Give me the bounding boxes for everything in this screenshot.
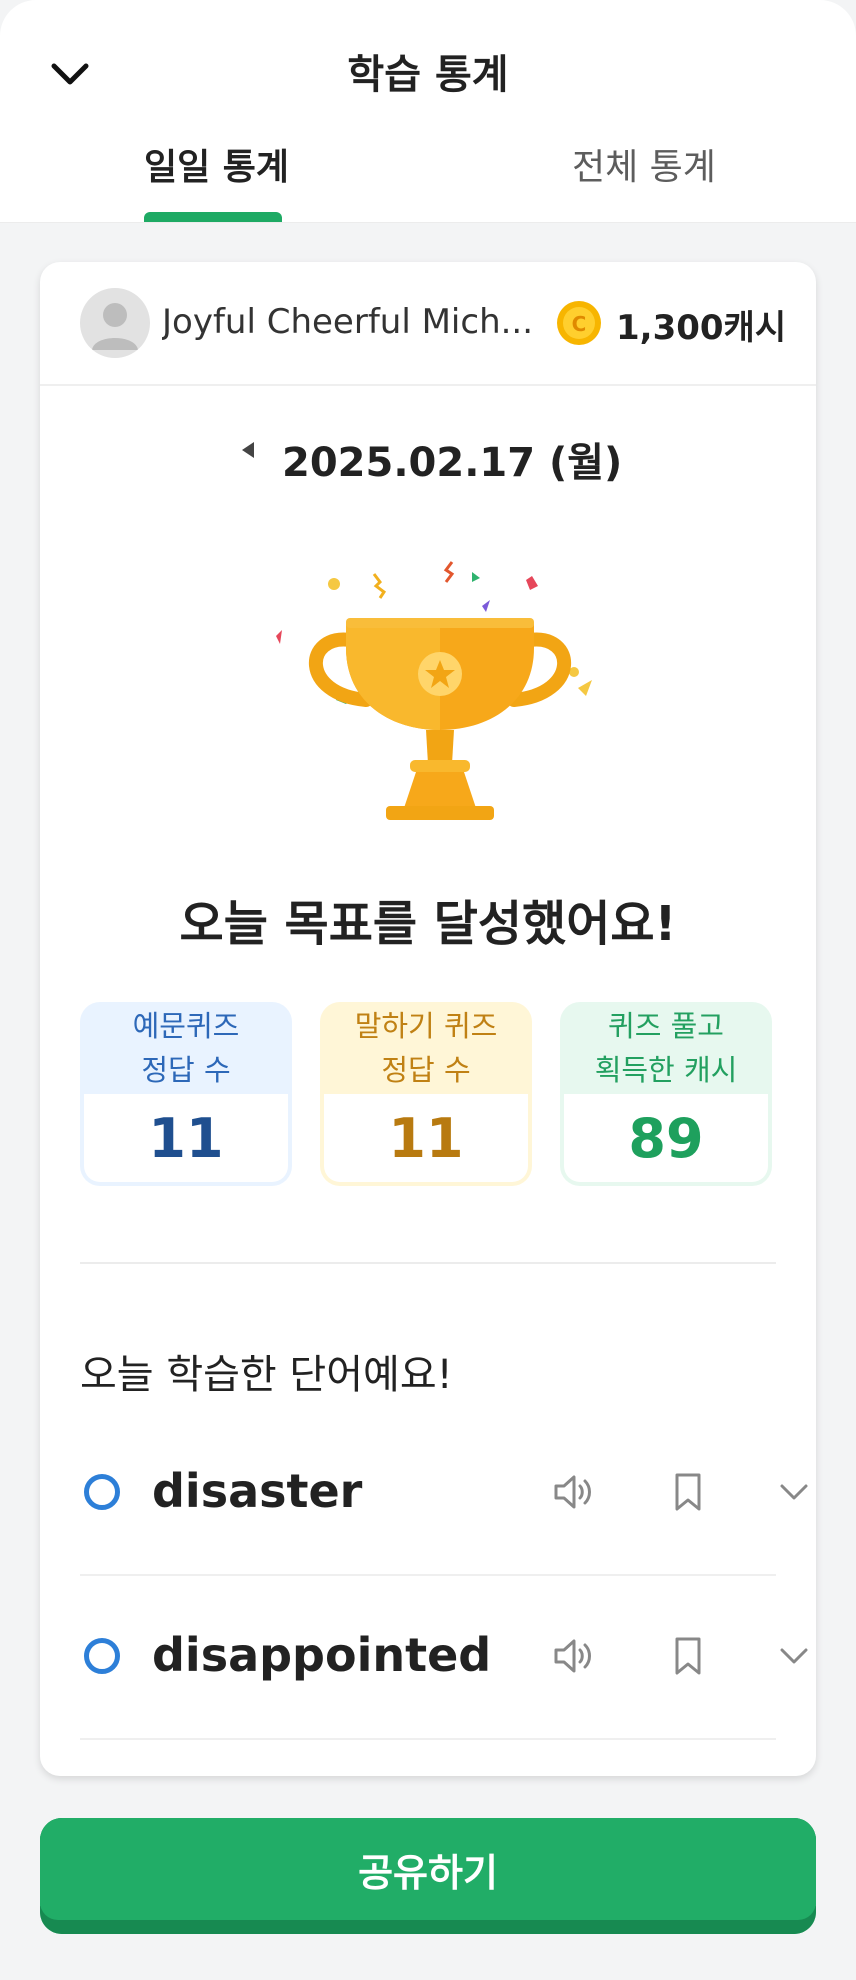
- stat-value: 89: [564, 1094, 768, 1182]
- expand-button[interactable]: [770, 1632, 816, 1680]
- speaker-button[interactable]: [550, 1468, 598, 1516]
- chevron-down-icon: [780, 1484, 808, 1500]
- stat-label: 말하기 퀴즈: [354, 1009, 498, 1043]
- stat-example-quiz: 예문퀴즈 정답 수 11: [80, 1002, 292, 1186]
- word-text: disaster: [152, 1464, 363, 1518]
- bookmark-button[interactable]: [664, 1468, 712, 1516]
- list-item[interactable]: disappointed: [80, 1574, 808, 1740]
- words-heading: 오늘 학습한 단어예요!: [80, 1352, 453, 1398]
- stat-label: 획득한 캐시: [594, 1053, 738, 1087]
- profile-row: Joyful Cheerful Mich... C 1,300캐시: [40, 262, 816, 386]
- achievement-headline: 오늘 목표를 달성했어요!: [179, 896, 677, 952]
- word-text: disappointed: [152, 1628, 492, 1682]
- stat-label: 예문퀴즈: [132, 1009, 240, 1043]
- user-placeholder-icon: [92, 303, 138, 350]
- prev-date-icon[interactable]: [238, 438, 258, 462]
- chevron-down-icon: [780, 1648, 808, 1664]
- stat-value: 11: [324, 1094, 528, 1182]
- stat-speaking-quiz: 말하기 퀴즈 정답 수 11: [320, 1002, 532, 1186]
- bookmark-icon: [675, 1473, 701, 1511]
- active-tab-indicator: [144, 212, 282, 222]
- correct-status-icon: [84, 1638, 120, 1674]
- avatar: [80, 288, 150, 358]
- svg-text:C: C: [572, 312, 587, 336]
- bookmark-button[interactable]: [664, 1632, 712, 1680]
- cash-balance: 1,300캐시: [616, 308, 787, 348]
- share-button[interactable]: 공유하기: [40, 1818, 816, 1934]
- stat-label: 정답 수: [381, 1053, 471, 1087]
- stat-label: 퀴즈 풀고: [608, 1009, 724, 1043]
- coin-icon: C: [557, 301, 601, 345]
- tab-total-stats[interactable]: 전체 통계: [572, 138, 716, 190]
- list-item[interactable]: disaster: [80, 1410, 808, 1576]
- trophy-icon: [276, 561, 592, 820]
- speaker-button[interactable]: [550, 1632, 598, 1680]
- date-label: 2025.02.17 (월): [282, 440, 623, 486]
- expand-button[interactable]: [770, 1468, 816, 1516]
- stat-cash-earned: 퀴즈 풀고 획득한 캐시 89: [560, 1002, 772, 1186]
- divider: [80, 1262, 776, 1264]
- bookmark-icon: [675, 1637, 701, 1675]
- speaker-icon: [554, 1475, 591, 1509]
- stat-label: 정답 수: [141, 1053, 231, 1087]
- username: Joyful Cheerful Mich...: [162, 302, 534, 342]
- tab-daily-stats[interactable]: 일일 통계: [144, 138, 289, 190]
- page-title: 학습 통계: [347, 52, 509, 98]
- stats-card: Joyful Cheerful Mich... C 1,300캐시 2025.0…: [40, 262, 816, 1776]
- speaker-icon: [554, 1639, 591, 1673]
- stat-value: 11: [84, 1094, 288, 1182]
- header-bar: 학습 통계 일일 통계 전체 통계: [0, 0, 856, 223]
- correct-status-icon: [84, 1474, 120, 1510]
- share-button-label[interactable]: 공유하기: [40, 1818, 816, 1920]
